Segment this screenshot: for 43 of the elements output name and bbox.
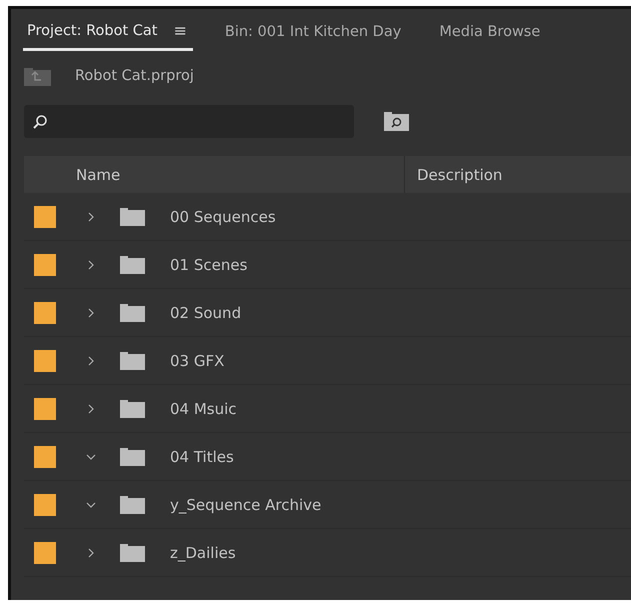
label-color-swatch[interactable] — [34, 206, 56, 228]
chevron-icon[interactable] — [86, 404, 96, 414]
bin-name[interactable]: 03 GFX — [170, 352, 224, 370]
label-color-swatch[interactable] — [34, 542, 56, 564]
chevron-icon[interactable] — [86, 212, 96, 222]
column-header[interactable]: Name — [24, 156, 404, 193]
chevron-icon[interactable] — [86, 260, 96, 270]
bin-name[interactable]: z_Dailies — [170, 544, 236, 562]
folder-icon — [120, 448, 145, 466]
search-field[interactable] — [24, 105, 354, 138]
bin-name[interactable]: 04 Msuic — [170, 400, 237, 418]
bin-name[interactable]: 02 Sound — [170, 304, 242, 322]
folder-icon — [120, 208, 145, 226]
bin-name[interactable]: 00 Sequences — [170, 208, 276, 226]
panel-tab[interactable]: Bin: 001 Int Kitchen Day — [220, 24, 408, 51]
find-in-folder-icon[interactable] — [384, 112, 409, 131]
label-color-swatch[interactable] — [34, 446, 56, 468]
folder-icon — [120, 400, 145, 418]
folder-icon — [120, 496, 145, 514]
menu-icon[interactable]: ≡ — [173, 21, 187, 40]
bin-name[interactable]: 01 Scenes — [170, 256, 248, 274]
label-color-swatch[interactable] — [34, 302, 56, 324]
chevron-icon[interactable] — [86, 356, 96, 366]
bin-name[interactable]: 04 Titles — [170, 448, 234, 466]
project-file-name: Robot Cat.prproj — [75, 68, 194, 84]
label-color-swatch[interactable] — [34, 350, 56, 372]
folder-icon — [120, 256, 145, 274]
panel-tab[interactable]: Media Browse — [435, 24, 546, 51]
chevron-icon[interactable] — [86, 308, 96, 318]
bin-name[interactable]: y_Sequence Archive — [170, 496, 322, 514]
column-header[interactable]: Description — [404, 156, 624, 193]
folder-icon — [120, 304, 145, 322]
chevron-icon[interactable] — [86, 500, 96, 510]
folder-icon — [120, 352, 145, 370]
folder-up-icon[interactable] — [24, 66, 51, 86]
label-color-swatch[interactable] — [34, 398, 56, 420]
search-icon — [32, 114, 48, 130]
label-color-swatch[interactable] — [34, 494, 56, 516]
chevron-icon[interactable] — [86, 452, 96, 462]
label-color-swatch[interactable] — [34, 254, 56, 276]
chevron-icon[interactable] — [86, 548, 96, 558]
panel-tab[interactable]: Project: Robot Cat ≡ — [23, 21, 193, 51]
folder-icon — [120, 544, 145, 562]
